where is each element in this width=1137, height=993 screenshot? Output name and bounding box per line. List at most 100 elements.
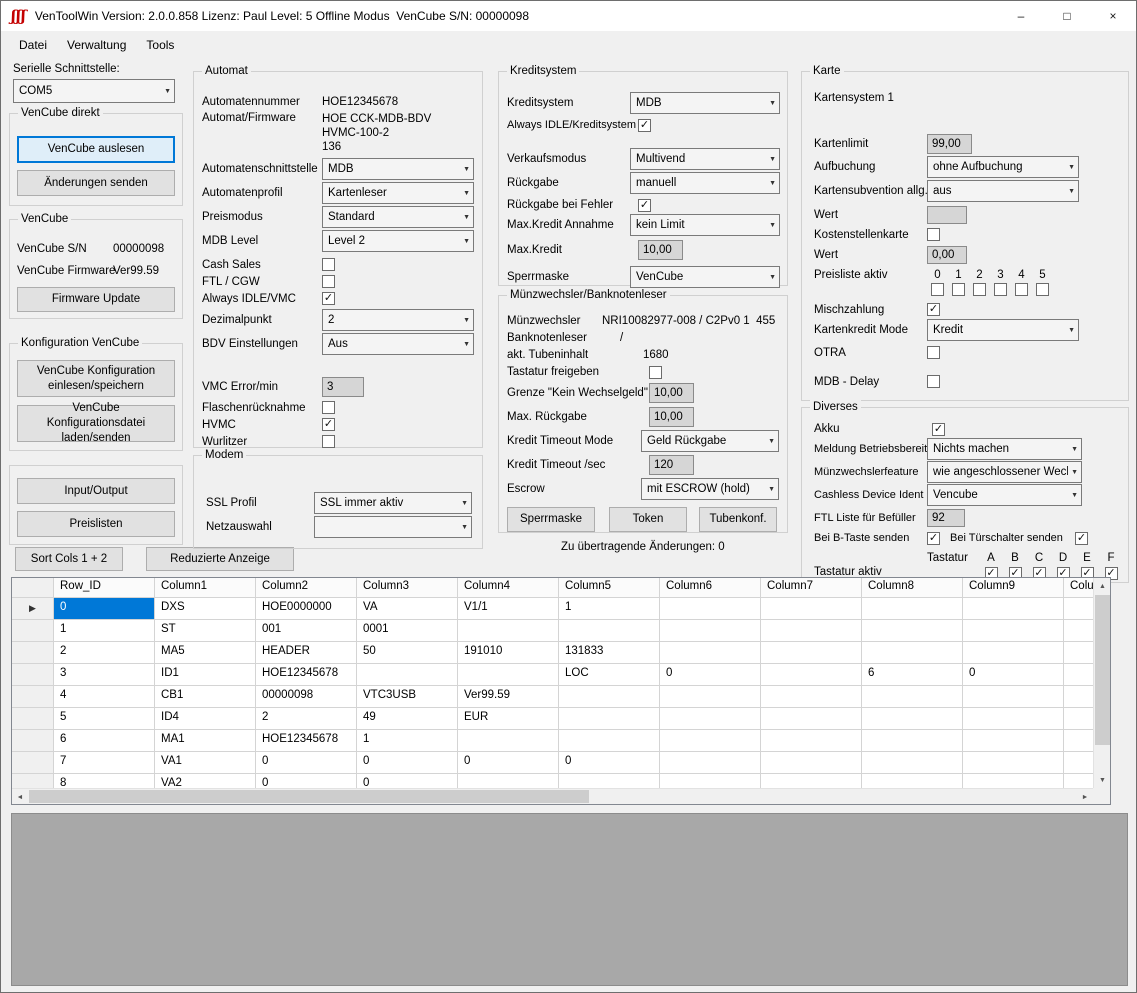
grid-row-selector[interactable]	[12, 686, 54, 708]
kostenstellenkarte-checkbox[interactable]	[927, 228, 940, 241]
grid-cell[interactable]	[1064, 708, 1093, 730]
max-rueckgabe-input[interactable]: 10,00	[649, 407, 694, 427]
rueckgabe-bei-fehler-checkbox[interactable]: ✓	[638, 199, 651, 212]
grid-cell[interactable]	[1064, 642, 1093, 664]
tuerschalter-senden-checkbox[interactable]: ✓	[1075, 532, 1088, 545]
bdv-einstellungen-select[interactable]: Aus ▼	[322, 333, 474, 355]
kredit-timeout-mode-select[interactable]: Geld Rückgabe ▼	[641, 430, 779, 452]
grid-cell[interactable]: 0	[256, 774, 357, 788]
scroll-down-icon[interactable]: ▼	[1094, 772, 1111, 788]
reduzierte-anzeige-button[interactable]: Reduzierte Anzeige	[146, 547, 294, 571]
grid-cell[interactable]	[458, 730, 559, 752]
serial-port-select[interactable]: COM5 ▼	[13, 79, 175, 103]
grid-cell[interactable]	[660, 708, 761, 730]
sperrmaske-select[interactable]: VenCube ▼	[630, 266, 780, 288]
grid-cell[interactable]: EUR	[458, 708, 559, 730]
grid-cell[interactable]	[862, 642, 963, 664]
grid-cell[interactable]: 2	[54, 642, 155, 664]
grid-row-selector[interactable]	[12, 642, 54, 664]
token-button[interactable]: Token	[609, 507, 687, 532]
grid-horizontal-scrollbar[interactable]: ◄ ►	[12, 788, 1093, 804]
grid-cell[interactable]: 7	[54, 752, 155, 774]
max-kredit-annahme-select[interactable]: kein Limit ▼	[630, 214, 780, 236]
grid-cell[interactable]	[1064, 774, 1093, 788]
konfigdatei-laden-senden-button[interactable]: VenCube Konfigurationsdatei laden/senden	[17, 405, 175, 442]
grid-cell[interactable]	[963, 774, 1064, 788]
preisliste-5-checkbox[interactable]	[1036, 283, 1049, 296]
mdb-delay-checkbox[interactable]	[927, 375, 940, 388]
always-idle-kreditsystem-checkbox[interactable]: ✓	[638, 119, 651, 132]
grid-cell[interactable]	[963, 708, 1064, 730]
grid-cell[interactable]	[963, 730, 1064, 752]
grid-cell[interactable]	[660, 686, 761, 708]
grid-cell[interactable]	[761, 774, 862, 788]
grid-cell[interactable]: 0	[54, 598, 155, 620]
wert2-input[interactable]: 0,00	[927, 246, 967, 264]
menu-verwaltung[interactable]: Verwaltung	[57, 34, 136, 56]
grid-cell[interactable]: CB1	[155, 686, 256, 708]
grid-cell[interactable]: 6	[862, 664, 963, 686]
grid-column-header[interactable]: Column3	[357, 578, 458, 598]
grid-cell[interactable]: 0	[357, 774, 458, 788]
grid-row-selector[interactable]	[12, 708, 54, 730]
sort-cols-button[interactable]: Sort Cols 1 + 2	[15, 547, 123, 571]
cashless-device-ident-select[interactable]: Vencube ▼	[927, 484, 1082, 506]
grid-hscroll-thumb[interactable]	[29, 790, 589, 803]
rueckgabe-select[interactable]: manuell ▼	[630, 172, 780, 194]
escrow-select[interactable]: mit ESCROW (hold) ▼	[641, 478, 779, 500]
preisliste-1-checkbox[interactable]	[952, 283, 965, 296]
grid-cell[interactable]	[1064, 620, 1093, 642]
preisliste-2-checkbox[interactable]	[973, 283, 986, 296]
otra-checkbox[interactable]	[927, 346, 940, 359]
kreditsystem-select[interactable]: MDB ▼	[630, 92, 780, 114]
grid-cell[interactable]: HOE12345678	[256, 730, 357, 752]
grid-cell[interactable]	[559, 620, 660, 642]
grid-row-selector[interactable]	[12, 752, 54, 774]
grid-cell[interactable]	[963, 752, 1064, 774]
grid-column-header[interactable]: Colum	[1064, 578, 1093, 598]
mdb-level-select[interactable]: Level 2 ▼	[322, 230, 474, 252]
grid-cell[interactable]	[761, 686, 862, 708]
grid-cell[interactable]: 0001	[357, 620, 458, 642]
vencube-auslesen-button[interactable]: VenCube auslesen	[17, 136, 175, 163]
grid-cell[interactable]: MA1	[155, 730, 256, 752]
grid-cell[interactable]	[559, 730, 660, 752]
grid-column-header[interactable]: Column9	[963, 578, 1064, 598]
grid-cell[interactable]: 0	[357, 752, 458, 774]
grid-cell[interactable]: HOE0000000	[256, 598, 357, 620]
grid-cell[interactable]: MA5	[155, 642, 256, 664]
preisliste-0-checkbox[interactable]	[931, 283, 944, 296]
grid-cell[interactable]: 001	[256, 620, 357, 642]
grid-cell[interactable]	[357, 664, 458, 686]
grid-cell[interactable]	[660, 598, 761, 620]
grid-cell[interactable]: 0	[660, 664, 761, 686]
preisliste-3-checkbox[interactable]	[994, 283, 1007, 296]
grid-cell[interactable]	[862, 774, 963, 788]
grid-cell[interactable]: DXS	[155, 598, 256, 620]
grid-cell[interactable]: 1	[559, 598, 660, 620]
tastatur-freigeben-checkbox[interactable]	[649, 366, 662, 379]
grid-row-selector[interactable]	[12, 620, 54, 642]
grid-cell[interactable]	[1064, 686, 1093, 708]
grid-cell[interactable]	[862, 730, 963, 752]
aufbuchung-select[interactable]: ohne Aufbuchung ▼	[927, 156, 1079, 178]
vmc-error-input[interactable]: 3	[322, 377, 364, 397]
grid-cell[interactable]	[761, 752, 862, 774]
grid-cell[interactable]	[559, 774, 660, 788]
grid-cell[interactable]	[862, 686, 963, 708]
minimize-button[interactable]: –	[998, 1, 1044, 31]
b-taste-senden-checkbox[interactable]: ✓	[927, 532, 940, 545]
grid-row-selector[interactable]	[12, 730, 54, 752]
grid-cell[interactable]	[963, 598, 1064, 620]
scroll-left-icon[interactable]: ◄	[12, 789, 28, 805]
grid-cell[interactable]: 131833	[559, 642, 660, 664]
flaschenruecknahme-checkbox[interactable]	[322, 401, 335, 414]
ftl-cgw-checkbox[interactable]	[322, 275, 335, 288]
grid-column-header[interactable]: Column2	[256, 578, 357, 598]
grid-cell[interactable]: 0	[963, 664, 1064, 686]
grid-column-header[interactable]: Column7	[761, 578, 862, 598]
grid-cell[interactable]: 2	[256, 708, 357, 730]
grid-cell[interactable]: HOE12345678	[256, 664, 357, 686]
grid-cell[interactable]: 1	[357, 730, 458, 752]
grid-cell[interactable]	[862, 708, 963, 730]
